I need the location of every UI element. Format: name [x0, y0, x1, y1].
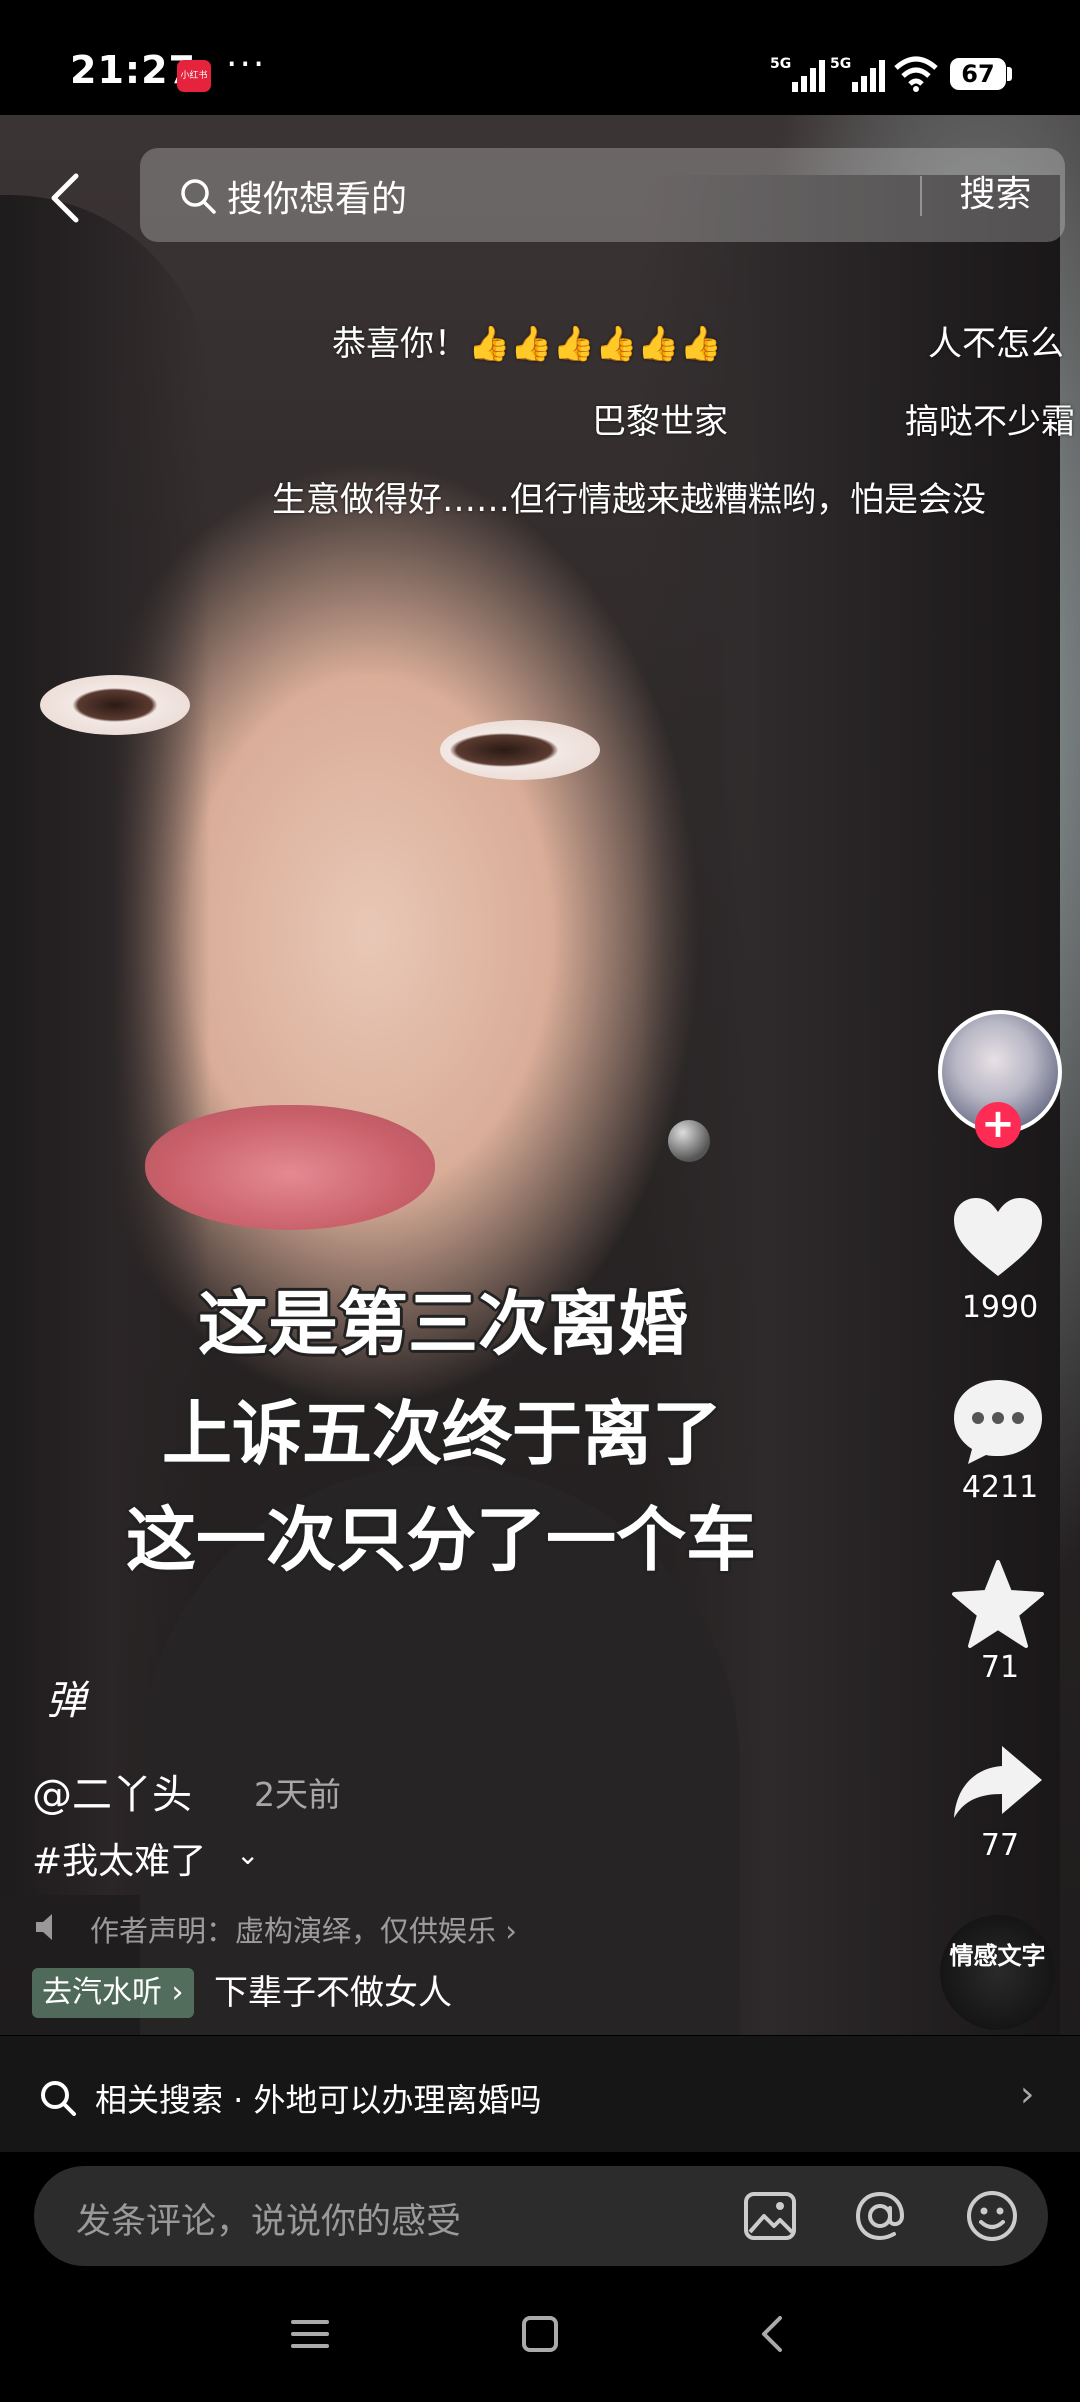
share-arrow-icon[interactable] [950, 1740, 1046, 1824]
music-title[interactable]: 下辈子不做女人 [214, 1968, 452, 2018]
comment-placeholder: 发条评论，说说你的感受 [76, 2202, 462, 2242]
home-icon[interactable] [520, 2314, 560, 2354]
favorite-star-icon[interactable] [950, 1558, 1046, 1650]
back-icon[interactable] [752, 2314, 792, 2354]
battery-indicator: 67 [950, 58, 1006, 90]
notification-app-icon: 小红书 [177, 60, 211, 92]
danmaku-item[interactable]: 恭喜你！👍👍👍👍👍👍 [332, 316, 722, 365]
back-arrow-icon[interactable] [42, 168, 92, 228]
danmaku-item[interactable]: 巴黎世家 [592, 394, 728, 443]
share-count: 77 [980, 1828, 1020, 1863]
like-count: 1990 [961, 1290, 1039, 1325]
signal-icon-2: 5G [830, 56, 885, 92]
danmaku-item[interactable]: 搞哒不少霜 [905, 394, 1075, 443]
favorite-count: 71 [980, 1650, 1020, 1685]
music-disc[interactable]: 情感文字 [940, 1915, 1055, 2030]
menu-icon[interactable] [290, 2314, 330, 2354]
video-eye-left [40, 675, 190, 735]
search-button[interactable]: 搜索 [928, 150, 1063, 240]
post-time: 2天前 [254, 1775, 341, 1814]
danmaku-toggle-button[interactable]: 弹 [46, 1668, 86, 1726]
signal-label: 5G [770, 56, 791, 72]
caption-line: 上诉五次终于离了 [162, 1393, 722, 1475]
chevron-right-icon[interactable]: › [1020, 2074, 1034, 2115]
search-divider [920, 176, 922, 216]
video-earring [668, 1120, 710, 1162]
image-icon[interactable] [742, 2188, 798, 2244]
search-icon [181, 179, 216, 214]
related-search-text[interactable]: 相关搜索 · 外地可以办理离婚吗 [95, 2075, 542, 2121]
battery-tip [1007, 67, 1012, 81]
video-eye-right [440, 720, 600, 780]
danmaku-item[interactable]: 生意做得好……但行情越来越糟糕哟，怕是会没 [272, 472, 986, 521]
author-disclaimer[interactable]: 作者声明：虚构演绎，仅供娱乐 › [90, 1908, 517, 1950]
comment-count: 4211 [961, 1470, 1039, 1505]
wifi-icon [894, 56, 938, 92]
at-mention-icon[interactable] [852, 2188, 908, 2244]
more-notifications-icon: ··· [226, 44, 267, 85]
author-name[interactable]: @二丫头 [32, 1762, 192, 1820]
search-placeholder: 搜你想看的 [227, 179, 408, 220]
listen-in-app-button[interactable]: 去汽水听 › [32, 1968, 194, 2018]
like-heart-icon[interactable] [950, 1196, 1046, 1282]
signal-icon: 5G [770, 56, 825, 92]
follow-button[interactable]: + [975, 1102, 1021, 1148]
video-lips [145, 1105, 435, 1230]
caption-line: 这是第三次离婚 [198, 1283, 688, 1365]
search-icon [41, 2081, 76, 2116]
expand-chevron-icon[interactable]: ⌄ [236, 1838, 259, 1871]
comment-bubble-icon[interactable] [950, 1376, 1046, 1466]
hashtag-link[interactable]: #我太难了 [32, 1832, 206, 1884]
emoji-icon[interactable] [964, 2188, 1020, 2244]
speaker-icon [36, 1914, 52, 1940]
signal-label-2: 5G [830, 56, 851, 72]
danmaku-item[interactable]: 人不怎么 [928, 316, 1064, 365]
caption-line: 这一次只分了一个车 [126, 1499, 756, 1581]
